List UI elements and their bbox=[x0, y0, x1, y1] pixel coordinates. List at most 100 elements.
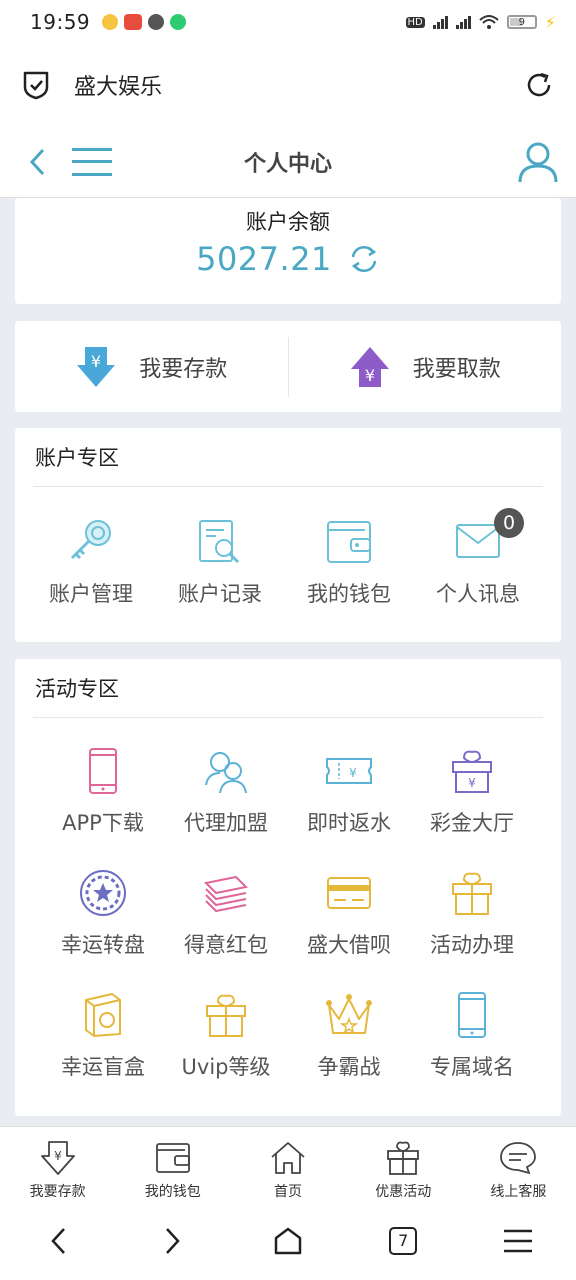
account-management-item[interactable]: 账户管理 bbox=[23, 516, 159, 608]
activity-apply-item[interactable]: 活动办理 bbox=[404, 867, 540, 959]
item-label: 我的钱包 bbox=[307, 582, 391, 606]
section-title: 账户专区 bbox=[35, 446, 119, 470]
tabs-button[interactable]: 7 bbox=[373, 1211, 433, 1271]
item-label: 代理加盟 bbox=[184, 811, 268, 835]
site-title: 盛大娱乐 bbox=[74, 75, 163, 100]
championship-item[interactable]: 争霸战 bbox=[281, 989, 417, 1081]
unread-badge: 0 bbox=[494, 508, 524, 538]
home-button[interactable] bbox=[258, 1211, 318, 1271]
tab-customer-service[interactable]: 线上客服 bbox=[461, 1127, 576, 1202]
lucky-wheel-item[interactable]: 幸运转盘 bbox=[35, 867, 171, 959]
deposit-button[interactable]: ¥ 我要存款 bbox=[15, 321, 288, 412]
lucky-box-item[interactable]: 幸运盲盒 bbox=[35, 989, 171, 1081]
withdraw-button[interactable]: ¥ 我要取款 bbox=[289, 321, 562, 412]
tab-home[interactable]: 首页 bbox=[230, 1127, 345, 1202]
home-icon bbox=[271, 1142, 305, 1174]
crown-icon bbox=[326, 994, 372, 1034]
user-profile-icon[interactable] bbox=[518, 141, 558, 183]
tab-label: 线上客服 bbox=[490, 1184, 547, 1200]
card-icon bbox=[327, 877, 371, 909]
deposit-arrow-icon: ¥ bbox=[77, 346, 116, 387]
app-notification-icon bbox=[102, 14, 119, 30]
app-download-item[interactable]: APP下载 bbox=[35, 745, 171, 837]
refresh-balance-icon[interactable] bbox=[348, 243, 380, 275]
bottom-tab-bar: ¥ 我要存款 我的钱包 首页 优惠活动 线上客服 bbox=[0, 1126, 576, 1202]
deposit-withdraw-card: ¥ 我要存款 ¥ 我要取款 bbox=[15, 321, 561, 412]
status-time: 19:59 bbox=[30, 10, 91, 34]
uvip-level-item[interactable]: Uvip等级 bbox=[158, 989, 294, 1081]
section-title: 活动专区 bbox=[35, 677, 119, 701]
tab-label: 我要存款 bbox=[29, 1184, 86, 1200]
item-label: 彩金大厅 bbox=[430, 811, 514, 835]
phone-icon bbox=[89, 748, 117, 794]
notification-icons bbox=[102, 14, 187, 30]
browser-navigation-bar: 7 bbox=[0, 1202, 576, 1280]
app-notification-icon bbox=[124, 14, 143, 30]
page-header: 个人中心 bbox=[0, 126, 576, 198]
item-label: APP下载 bbox=[62, 811, 144, 835]
withdraw-arrow-icon: ¥ bbox=[350, 346, 389, 387]
exclusive-domain-item[interactable]: 专属域名 bbox=[404, 989, 540, 1081]
item-label: 账户管理 bbox=[49, 582, 133, 606]
back-arrow-icon bbox=[50, 1228, 65, 1254]
item-label: Uvip等级 bbox=[181, 1055, 271, 1079]
red-envelope-item[interactable]: 得意红包 bbox=[158, 867, 294, 959]
battery-level: 9 bbox=[518, 16, 525, 28]
wheel-icon bbox=[80, 870, 126, 916]
item-label: 幸运盲盒 bbox=[61, 1055, 145, 1079]
ticket-icon: ¥ bbox=[326, 758, 372, 784]
bonus-hall-item[interactable]: ¥ 彩金大厅 bbox=[404, 745, 540, 837]
chat-icon bbox=[500, 1142, 537, 1175]
tab-label: 首页 bbox=[274, 1184, 302, 1200]
item-label: 幸运转盘 bbox=[61, 933, 145, 957]
tab-wallet[interactable]: 我的钱包 bbox=[115, 1127, 230, 1202]
svg-text:¥: ¥ bbox=[91, 352, 101, 371]
deposit-icon: ¥ bbox=[40, 1141, 75, 1175]
battery-icon: 9 bbox=[506, 15, 537, 29]
money-stack-icon bbox=[203, 875, 249, 913]
tab-count: 7 bbox=[389, 1227, 418, 1255]
gift-icon bbox=[387, 1141, 420, 1175]
signal-icon bbox=[455, 15, 471, 29]
account-section: 账户专区 账户管理 账户记录 我的钱包 0 个人讯息 bbox=[15, 428, 561, 642]
balance-card: 账户余额 5027.21 bbox=[15, 198, 561, 304]
item-label: 个人讯息 bbox=[436, 582, 520, 606]
svg-text:¥: ¥ bbox=[349, 766, 357, 780]
mail-icon bbox=[456, 524, 500, 558]
gift-icon bbox=[206, 994, 246, 1037]
tab-label: 优惠活动 bbox=[375, 1184, 432, 1200]
tab-promotions[interactable]: 优惠活动 bbox=[346, 1127, 461, 1202]
agent-join-item[interactable]: 代理加盟 bbox=[158, 745, 294, 837]
system-indicators: HD 9 ⚡ bbox=[405, 13, 556, 32]
wifi-icon bbox=[479, 15, 499, 29]
phone-icon bbox=[458, 992, 486, 1038]
divider bbox=[33, 717, 543, 718]
hd-icon: HD bbox=[405, 16, 425, 28]
account-records-item[interactable]: 账户记录 bbox=[152, 516, 288, 608]
credit-loan-item[interactable]: 盛大借呗 bbox=[281, 867, 417, 959]
signal-icon bbox=[432, 15, 448, 29]
back-button[interactable] bbox=[28, 1211, 88, 1271]
menu-icon bbox=[504, 1229, 533, 1253]
wallet-icon bbox=[327, 521, 371, 563]
back-chevron-icon[interactable] bbox=[28, 147, 46, 177]
balance-label: 账户余额 bbox=[246, 210, 330, 234]
shield-check-icon[interactable] bbox=[22, 70, 50, 100]
activity-section: 活动专区 APP下载 代理加盟 ¥ 即时返水 ¥ 彩金大厅 幸运转盘 得意红包 … bbox=[15, 659, 561, 1116]
item-label: 得意红包 bbox=[184, 933, 268, 957]
forward-button[interactable] bbox=[143, 1211, 203, 1271]
home-icon bbox=[274, 1227, 302, 1255]
my-wallet-item[interactable]: 我的钱包 bbox=[281, 516, 417, 608]
item-label: 争霸战 bbox=[317, 1055, 381, 1079]
app-notification-icon bbox=[170, 14, 187, 30]
item-label: 即时返水 bbox=[307, 811, 391, 835]
status-bar: 19:59 HD 9 ⚡ bbox=[0, 0, 576, 44]
users-icon bbox=[205, 752, 247, 794]
tab-deposit[interactable]: ¥ 我要存款 bbox=[0, 1127, 115, 1202]
menu-icon[interactable] bbox=[72, 146, 112, 178]
menu-button[interactable] bbox=[488, 1211, 548, 1271]
refresh-icon[interactable] bbox=[524, 70, 554, 100]
personal-messages-item[interactable]: 0 个人讯息 bbox=[410, 508, 546, 608]
gift-icon: ¥ bbox=[452, 750, 492, 793]
instant-rebate-item[interactable]: ¥ 即时返水 bbox=[281, 745, 417, 837]
